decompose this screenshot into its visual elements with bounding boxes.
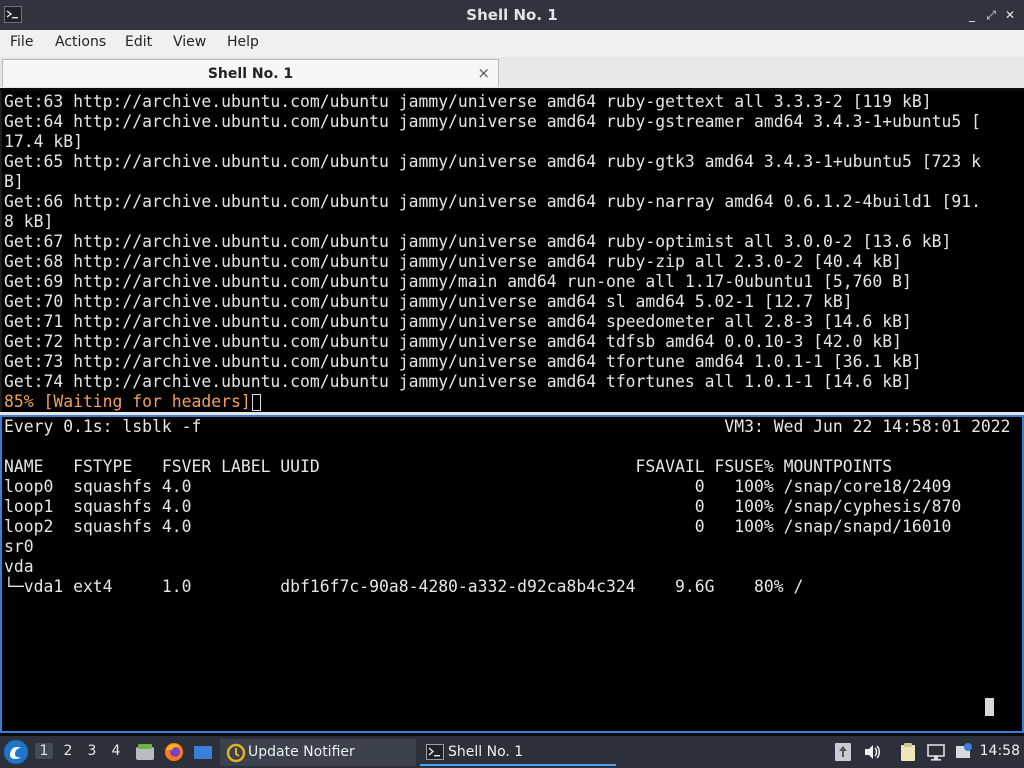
terminal-icon (426, 744, 444, 760)
workspace-1[interactable]: 1 (35, 743, 53, 759)
terminal-line: Get:71 http://archive.ubuntu.com/ubuntu … (4, 312, 912, 331)
menu-edit[interactable]: Edit (125, 34, 152, 50)
terminal-line: Get:65 http://archive.ubuntu.com/ubuntu … (4, 152, 981, 171)
window-title: Shell No. 1 (466, 6, 558, 24)
terminal-line: Get:74 http://archive.ubuntu.com/ubuntu … (4, 372, 912, 391)
taskbar: 1 2 3 4 Update Notifier Shell No. 1 14:5… (0, 736, 1024, 768)
block-cursor (985, 698, 994, 716)
clock[interactable]: 14:58 (980, 743, 1020, 759)
network-icon[interactable] (926, 742, 946, 766)
terminal-line: Get:73 http://archive.ubuntu.com/ubuntu … (4, 352, 922, 371)
lsblk-row: └─vda1 ext4 1.0 dbf16f7c-90a8-4280-a332-… (4, 577, 804, 596)
file-manager-icon[interactable] (134, 741, 156, 763)
workspace-4[interactable]: 4 (107, 743, 125, 759)
show-desktop-icon[interactable] (192, 741, 214, 763)
terminal-line: 8 kB] (4, 212, 54, 231)
tab-shell-1[interactable]: Shell No. 1 × (2, 59, 499, 87)
terminal-line: Get:72 http://archive.ubuntu.com/ubuntu … (4, 332, 902, 351)
lsblk-header: NAME FSTYPE FSVER LABEL UUID FSAVAIL FSU… (4, 457, 893, 476)
menu-view[interactable]: View (173, 34, 206, 50)
firefox-icon[interactable] (163, 741, 185, 763)
tray-updates-icon[interactable] (834, 742, 852, 766)
lsblk-row: loop2 squashfs 4.0 0 100% /snap/snapd/16… (4, 517, 952, 536)
terminal-line: Get:66 http://archive.ubuntu.com/ubuntu … (4, 192, 981, 211)
lsblk-row: loop0 squashfs 4.0 0 100% /snap/core18/2… (4, 477, 952, 496)
volume-icon[interactable] (862, 742, 882, 766)
terminal-line: Get:64 http://archive.ubuntu.com/ubuntu … (4, 112, 981, 131)
terminal-line: Get:70 http://archive.ubuntu.com/ubuntu … (4, 292, 853, 311)
terminal-line: B] (4, 172, 24, 191)
menu-help[interactable]: Help (227, 34, 259, 50)
progress-line: 85% [Waiting for headers] (4, 392, 261, 412)
tab-bar: Shell No. 1 × (0, 57, 1024, 88)
terminal-pane-bottom[interactable]: Every 0.1s: lsblk -f VM3: Wed Jun 22 14:… (0, 415, 1024, 733)
lsblk-row: vda (4, 557, 34, 576)
close-button[interactable]: ✕ (1002, 7, 1018, 23)
apt-progress-text: 85% [Waiting for headers] (4, 392, 251, 411)
workspace-2[interactable]: 2 (59, 743, 77, 759)
menu-bar: File Actions Edit View Help (0, 30, 1024, 58)
task-label: Shell No. 1 (448, 744, 524, 760)
tab-close-icon[interactable]: × (477, 64, 490, 82)
menu-file[interactable]: File (10, 34, 33, 50)
task-label: Update Notifier (248, 744, 355, 760)
terminal-line: Get:69 http://archive.ubuntu.com/ubuntu … (4, 272, 912, 291)
start-menu-icon[interactable] (4, 740, 28, 764)
workspace-3[interactable]: 3 (83, 743, 101, 759)
task-update-notifier[interactable]: Update Notifier (220, 739, 416, 766)
clipboard-icon[interactable] (899, 742, 917, 766)
window-titlebar[interactable]: Shell No. 1 _ ⤢ ✕ (0, 0, 1024, 30)
lsblk-row: loop1 squashfs 4.0 0 100% /snap/cyphesis… (4, 497, 962, 516)
menu-actions[interactable]: Actions (55, 34, 106, 50)
terminal-line: Get:68 http://archive.ubuntu.com/ubuntu … (4, 252, 902, 271)
lsblk-row: sr0 (4, 537, 34, 556)
notification-icon[interactable] (954, 742, 974, 766)
task-shell-no-1[interactable]: Shell No. 1 (420, 739, 616, 766)
update-notifier-icon (226, 743, 246, 763)
terminal-line: 17.4 kB] (4, 132, 83, 151)
restore-button[interactable]: ⤢ (983, 7, 999, 23)
tab-label: Shell No. 1 (207, 66, 294, 82)
watch-header: Every 0.1s: lsblk -f VM3: Wed Jun 22 14:… (4, 417, 1011, 436)
text-cursor (251, 394, 261, 411)
minimize-button[interactable]: _ (964, 7, 980, 23)
terminal-line: Get:63 http://archive.ubuntu.com/ubuntu … (4, 92, 932, 111)
terminal-line: Get:67 http://archive.ubuntu.com/ubuntu … (4, 232, 952, 251)
terminal-pane-top[interactable]: Get:63 http://archive.ubuntu.com/ubuntu … (0, 91, 1024, 412)
